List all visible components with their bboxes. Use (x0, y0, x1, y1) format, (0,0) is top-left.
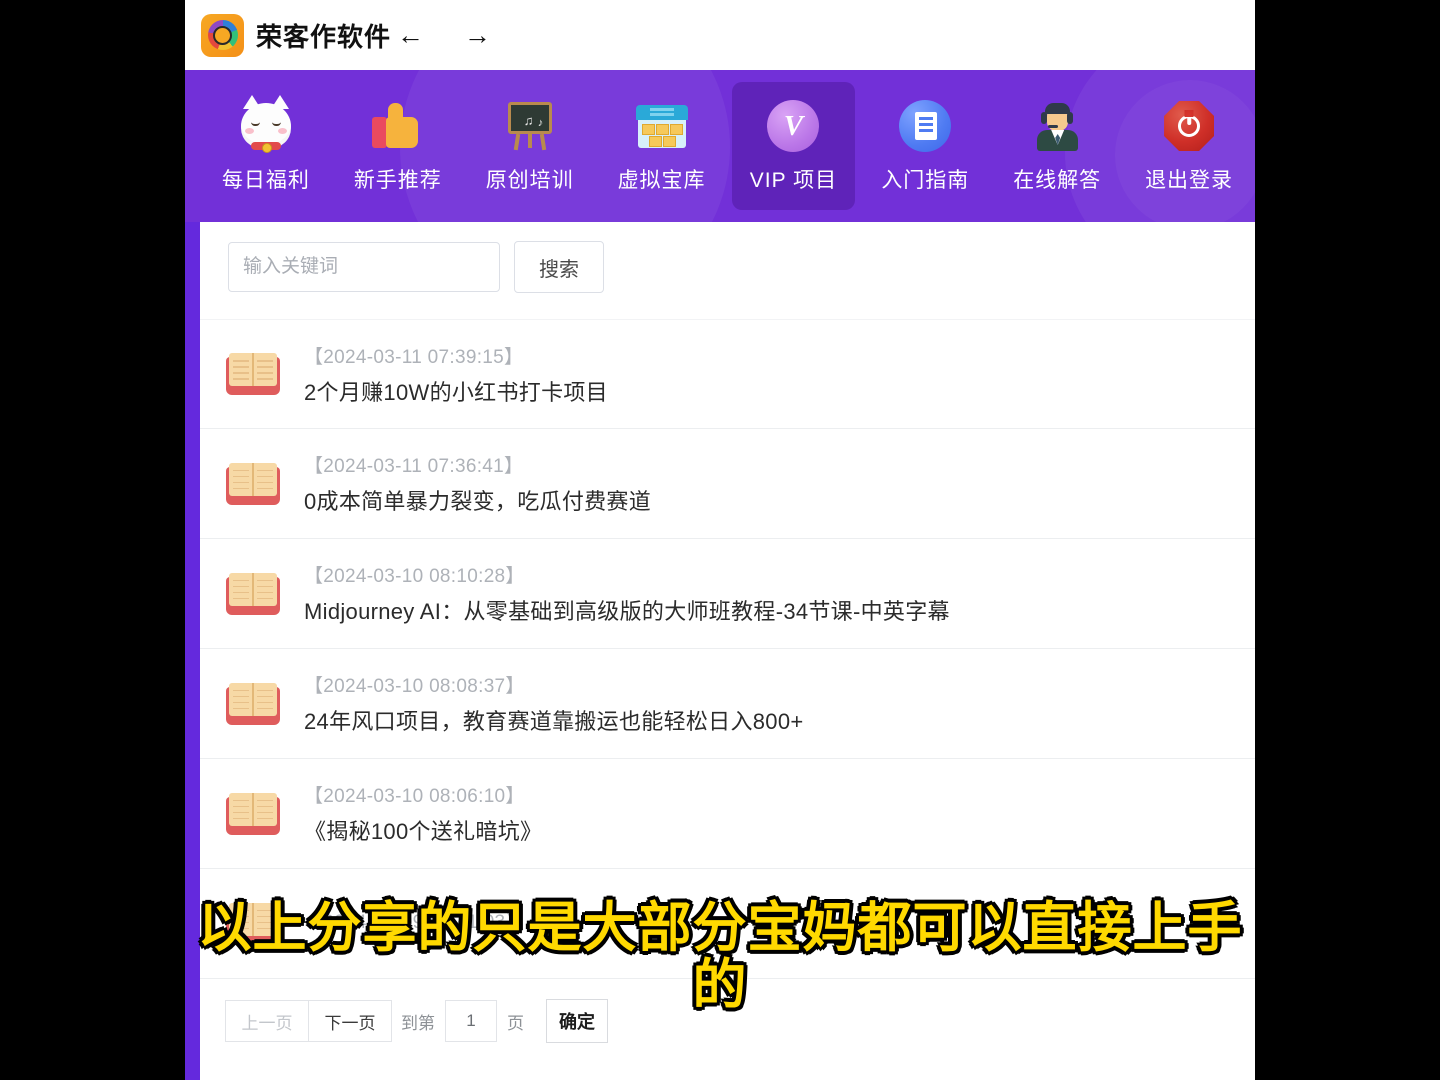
nav-item-vip-project[interactable]: V VIP 项目 (731, 82, 856, 210)
app-logo-icon (201, 13, 244, 57)
next-page-button[interactable]: 下一页 (308, 1000, 392, 1042)
nav-item-label: 新手推荐 (353, 169, 442, 192)
search-row: 搜索 (228, 241, 604, 293)
list-item-text: 【2024-03-09 09:41:03】 (304, 907, 525, 940)
document-icon (897, 98, 953, 154)
list-item-text: 【2024-03-10 08:08:37】 24年风口项目，教育赛道靠搬运也能轻… (304, 671, 804, 736)
warehouse-icon (634, 98, 690, 154)
list-item-date: 【2024-03-11 07:36:41】 (304, 456, 524, 477)
chalkboard-icon: ♫ ♪ (502, 98, 558, 154)
content-panel: 搜索 【2024-03-11 07:39:15】 2个月赚10W的小红书打卡项目 (200, 222, 1255, 1080)
open-book-icon (226, 353, 280, 395)
open-book-icon (226, 462, 280, 505)
nav-item-label: VIP 项目 (749, 169, 838, 192)
nav-item-online-support[interactable]: 在线解答 (995, 82, 1119, 210)
page-unit-label: 页 (507, 1013, 524, 1033)
list-item-text: 【2024-03-11 07:39:15】 2个月赚10W的小红书打卡项目 (304, 342, 608, 407)
support-agent-icon (1029, 98, 1085, 154)
list-item-title: 0成本简单暴力裂变，吃瓜付费赛道 (304, 489, 652, 514)
nav-item-getting-started[interactable]: 入门指南 (863, 82, 987, 210)
list-item-date: 【2024-03-10 08:08:37】 (304, 676, 525, 697)
list-item-date: 【2024-03-10 08:06:10】 (304, 786, 525, 807)
list-item[interactable]: 【2024-03-10 08:10:28】 Midjourney AI：从零基础… (200, 539, 1255, 649)
vip-badge-icon: V (765, 98, 821, 154)
nav-arrows: ← → (393, 21, 495, 49)
nav-item-label: 入门指南 (881, 169, 970, 192)
list-item[interactable]: 【2024-03-09 09:41:03】 (200, 869, 1255, 979)
nav-item-label: 虚拟宝库 (617, 169, 706, 192)
navbar-items: 每日福利 新手推荐 ♫ ♪ 原创培训 虚拟宝库 V VIP 项目 入门指南 在线… (200, 70, 1255, 222)
nav-item-newbie-recommend[interactable]: 新手推荐 (336, 82, 460, 210)
list-item-title: 24年风口项目，教育赛道靠搬运也能轻松日入800+ (304, 709, 804, 734)
title-bar: 荣客作软件 ← → (185, 0, 1255, 70)
nav-item-label: 原创培训 (485, 169, 574, 192)
list-item[interactable]: 【2024-03-11 07:36:41】 0成本简单暴力裂变，吃瓜付费赛道 (200, 429, 1255, 539)
open-book-icon (226, 792, 280, 835)
list-item-text: 【2024-03-10 08:06:10】 《揭秘100个送礼暗坑》 (304, 781, 542, 846)
search-button[interactable]: 搜索 (514, 241, 604, 293)
thumbs-up-icon (370, 98, 426, 154)
open-book-icon (226, 682, 280, 725)
logo-ring (207, 20, 238, 50)
nav-item-logout[interactable]: 退出登录 (1127, 82, 1251, 210)
forward-arrow-icon[interactable]: → (460, 21, 495, 49)
page-number-input[interactable] (445, 1000, 497, 1042)
app-window: 荣客作软件 ← → 每日福利 新手推荐 ♫ ♪ 原创培训 虚拟宝库 V VIP … (185, 0, 1255, 1080)
list-item[interactable]: 【2024-03-10 08:06:10】 《揭秘100个送礼暗坑》 (200, 759, 1255, 869)
nav-item-original-training[interactable]: ♫ ♪ 原创培训 (468, 82, 592, 210)
list-item[interactable]: 【2024-03-10 08:08:37】 24年风口项目，教育赛道靠搬运也能轻… (200, 649, 1255, 759)
project-list: 【2024-03-11 07:39:15】 2个月赚10W的小红书打卡项目 【2… (200, 319, 1255, 979)
back-arrow-icon[interactable]: ← (393, 21, 428, 49)
list-item-title: 《揭秘100个送礼暗坑》 (304, 819, 543, 844)
screen: 荣客作软件 ← → 每日福利 新手推荐 ♫ ♪ 原创培训 虚拟宝库 V VIP … (0, 0, 1440, 1080)
lucky-cat-icon (238, 95, 294, 154)
app-title: 荣客作软件 (256, 21, 392, 52)
nav-item-label: 每日福利 (221, 169, 310, 192)
goto-label: 到第 (401, 1013, 435, 1033)
nav-item-virtual-treasury[interactable]: 虚拟宝库 (600, 82, 724, 210)
nav-item-daily-welfare[interactable]: 每日福利 (204, 82, 328, 210)
main-navbar: 每日福利 新手推荐 ♫ ♪ 原创培训 虚拟宝库 V VIP 项目 入门指南 在线… (185, 70, 1255, 222)
prev-page-button[interactable]: 上一页 (225, 1000, 309, 1042)
list-item-text: 【2024-03-10 08:10:28】 Midjourney AI：从零基础… (304, 561, 950, 626)
open-book-icon (226, 572, 280, 615)
search-input[interactable] (228, 242, 500, 292)
list-item-title: Midjourney AI：从零基础到高级版的大师班教程-34节课-中英字幕 (304, 599, 950, 624)
list-item-date: 【2024-03-11 07:39:15】 (304, 346, 524, 368)
confirm-page-button[interactable]: 确定 (546, 999, 608, 1043)
list-item-date: 【2024-03-10 08:10:28】 (304, 566, 525, 587)
power-off-icon (1161, 98, 1217, 154)
nav-item-label: 在线解答 (1013, 169, 1102, 192)
open-book-icon (226, 902, 280, 945)
list-item-title: 2个月赚10W的小红书打卡项目 (304, 379, 608, 405)
nav-item-label: 退出登录 (1145, 169, 1234, 192)
pagination: 上一页 下一页 到第 页 确定 (225, 999, 608, 1043)
list-item-text: 【2024-03-11 07:36:41】 0成本简单暴力裂变，吃瓜付费赛道 (304, 451, 651, 516)
list-item[interactable]: 【2024-03-11 07:39:15】 2个月赚10W的小红书打卡项目 (200, 319, 1255, 429)
list-item-date: 【2024-03-09 09:41:03】 (304, 912, 525, 933)
